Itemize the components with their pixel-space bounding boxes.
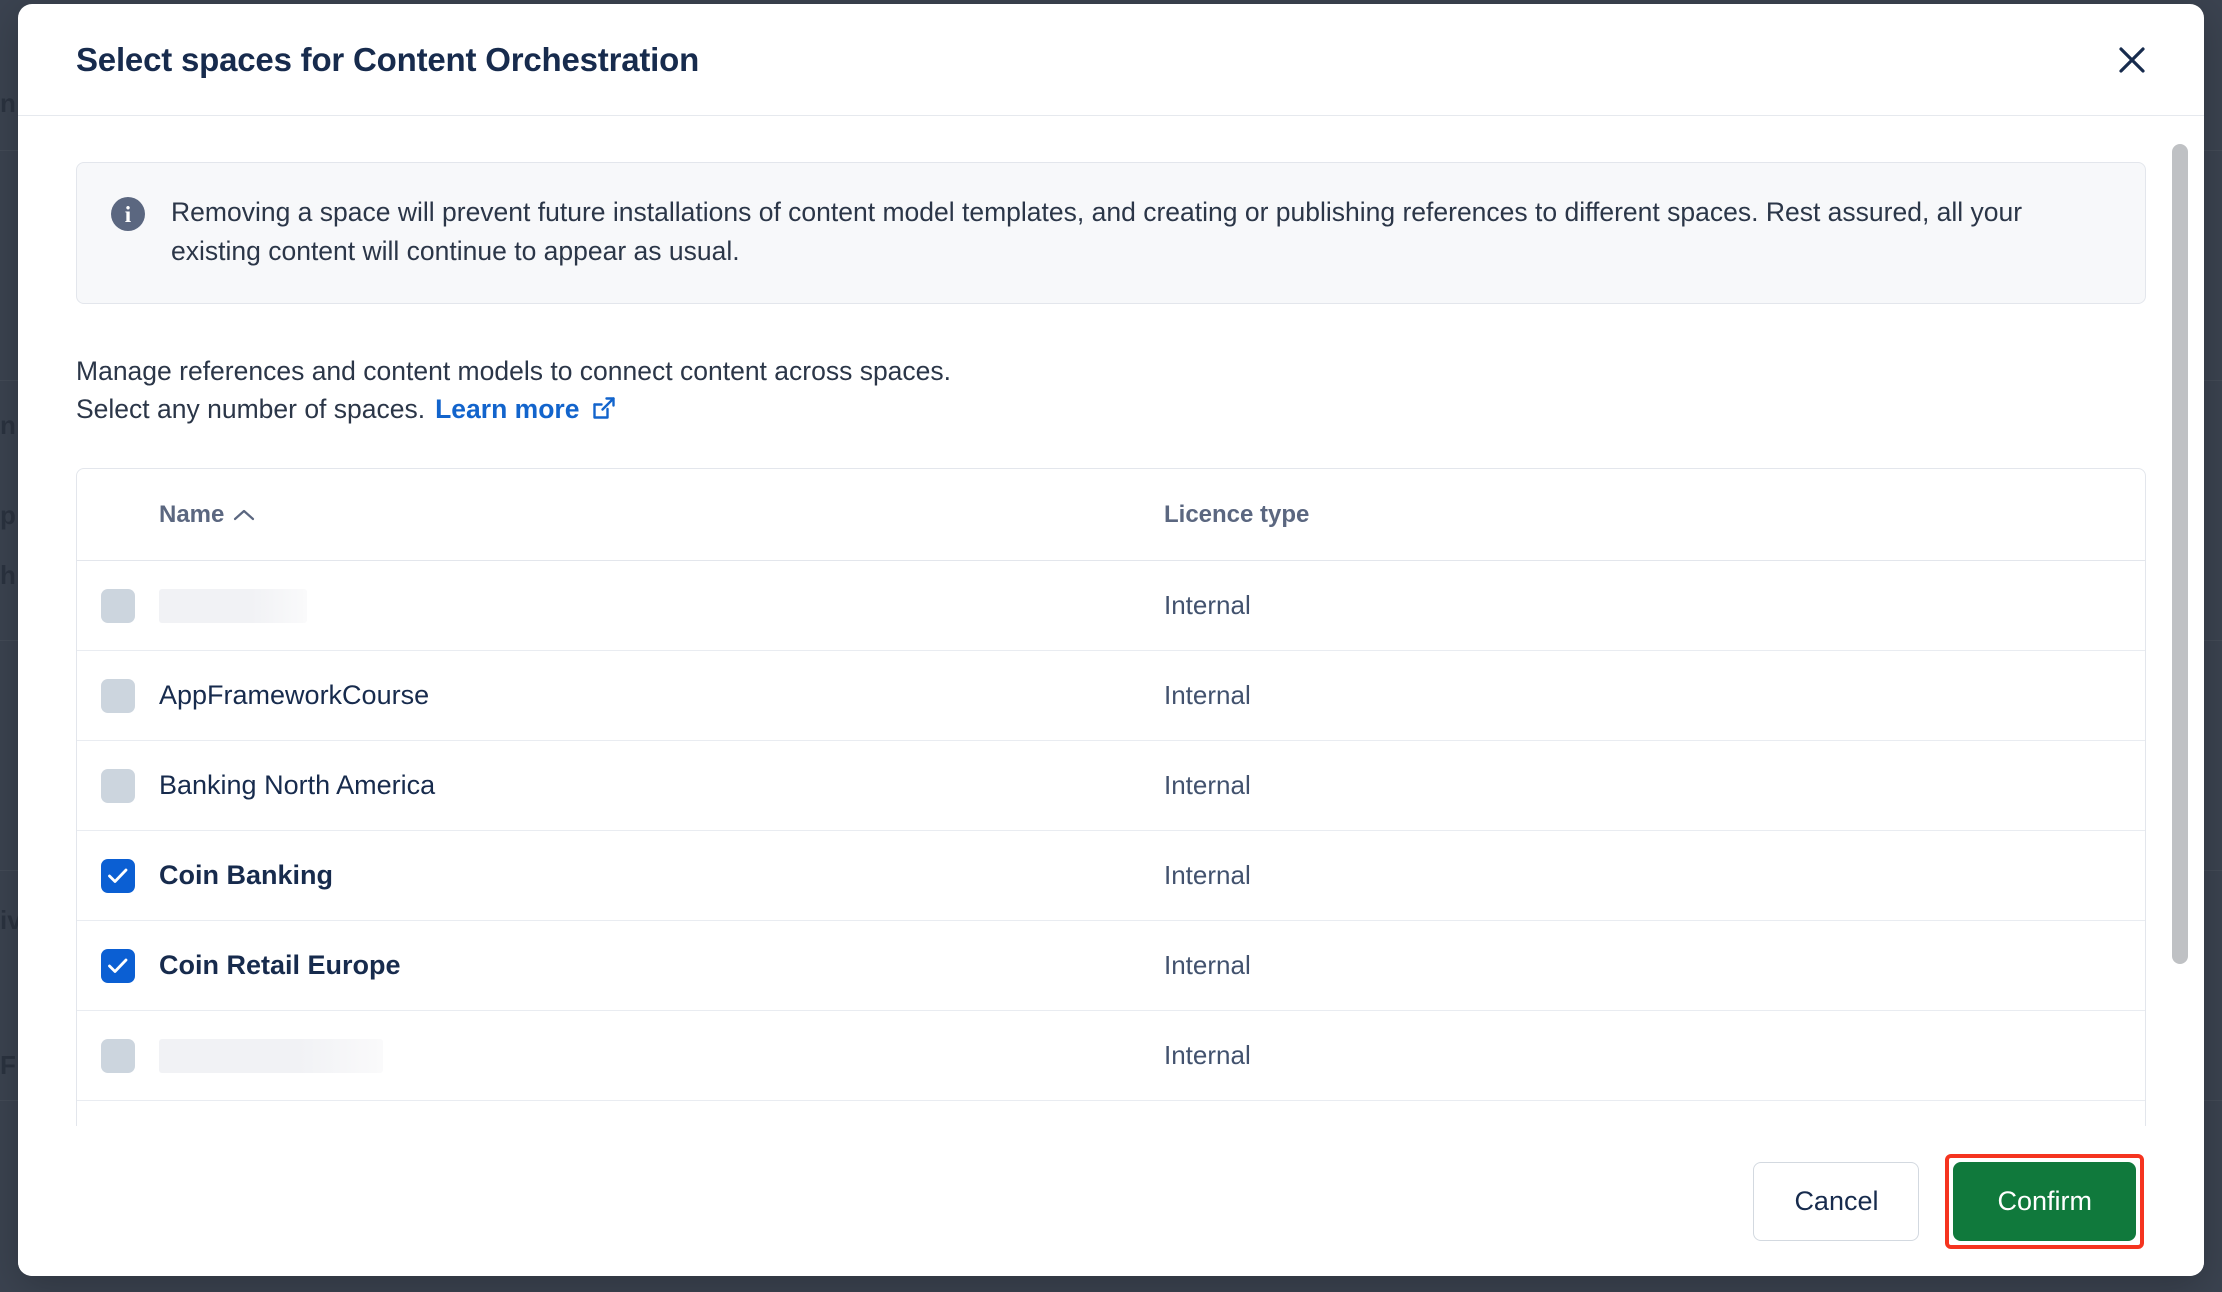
checkbox-unchecked[interactable] [101,588,135,623]
description-line-1: Manage references and content models to … [76,355,952,386]
table-cell-licence-type: Internal [1164,1040,1251,1071]
learn-more-link[interactable]: Learn more [435,390,579,428]
table-cell-name [159,588,1164,623]
table-row[interactable]: Demo CPPMsInternal [77,1101,2145,1126]
dialog-header: Select spaces for Content Orchestration [18,4,2204,116]
cancel-button[interactable]: Cancel [1753,1161,1920,1241]
background-ghost-text: p [0,500,16,530]
description-line-2-text: Select any number of spaces. [76,394,426,425]
column-header-licence-type[interactable]: Licence type [1164,501,1309,529]
spaces-table: Name Licence type Internal AppFrameworkCo… [76,468,2146,1126]
checkbox-checked[interactable] [101,948,135,983]
table-body: Internal AppFrameworkCourse Internal Bankin… [77,561,2145,1126]
table-cell-licence-type: Internal [1164,770,1251,801]
table-cell-name: AppFrameworkCourse [159,680,430,711]
confirm-button-highlight: Confirm [1945,1153,2144,1249]
checkbox-unchecked[interactable] [101,1038,135,1073]
table-cell-licence-type: Internal [1164,950,1251,981]
table-cell-name: Coin Banking [159,860,333,891]
checkbox-checked[interactable] [101,858,135,893]
dialog-scrollbar[interactable] [2172,144,2188,1126]
dialog-footer: Cancel Confirm [18,1126,2204,1276]
confirm-button[interactable]: Confirm [1953,1161,2136,1241]
close-icon[interactable] [2104,32,2160,88]
column-header-name-label: Name [159,500,225,528]
table-cell-name: Coin Retail Europe [159,950,401,981]
column-header-name[interactable]: Name [159,501,1164,529]
table-row[interactable]: Internal [77,561,2145,652]
chevron-up-icon [233,501,255,529]
external-link-icon[interactable] [591,393,617,431]
table-cell-licence-type: Internal [1164,590,1251,621]
table-row[interactable]: Banking North America Internal [77,741,2145,832]
table-row[interactable]: AppFrameworkCourse Internal [77,651,2145,742]
info-icon: i [111,197,145,231]
column-header-licence-type-label: Licence type [1164,500,1310,528]
table-row[interactable]: Coin Banking Internal [77,831,2145,922]
redacted-space-name [159,588,307,623]
table-row[interactable]: Coin Retail Europe Internal [77,921,2145,1012]
checkbox-unchecked[interactable] [101,768,135,803]
background-ghost-text: h [0,560,16,590]
table-header-row: Name Licence type [77,469,2145,562]
table-cell-name [159,1038,1164,1073]
table-cell-name: Banking North America [159,770,436,801]
info-banner-text: Removing a space will prevent future ins… [171,197,2023,266]
dialog-scrollbar-thumb[interactable] [2172,144,2188,964]
select-spaces-dialog: Select spaces for Content Orchestration … [18,4,2204,1276]
redacted-space-name [159,1038,383,1073]
checkbox-unchecked[interactable] [101,678,135,713]
description-line-2: Select any number of spaces. Learn more [76,390,2146,428]
background-ghost-text: n [0,410,16,440]
table-cell-licence-type: Internal [1164,680,1251,711]
info-banner: i Removing a space will prevent future i… [76,162,2146,304]
page-title: Select spaces for Content Orchestration [76,40,700,78]
description-block: Manage references and content models to … [76,352,2146,428]
table-row[interactable]: Internal [77,1011,2145,1102]
background-ghost-text: n [0,88,16,118]
dialog-body: i Removing a space will prevent future i… [18,116,2204,1126]
table-cell-licence-type: Internal [1164,860,1251,891]
background-ghost-text: F [0,1050,16,1080]
